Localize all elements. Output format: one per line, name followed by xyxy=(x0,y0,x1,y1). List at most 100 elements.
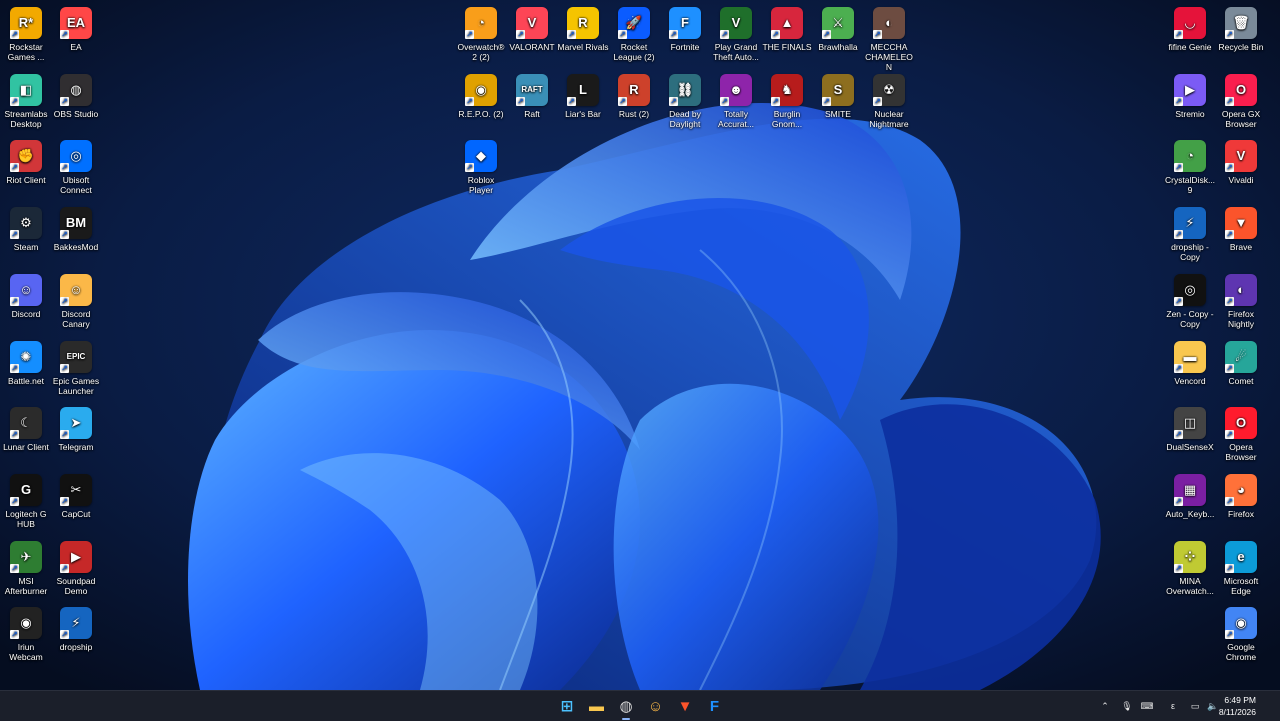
desktop-icon-zen-copy-copy[interactable]: ◎ ↗ Zen - Copy - Copy xyxy=(1164,272,1216,329)
desktop-icon-label: Ubisoft Connect xyxy=(60,175,92,196)
shortcut-arrow-icon: ↗ xyxy=(771,97,780,106)
desktop-icon-rocket-league-2[interactable]: 🚀 ↗ Rocket League (2) xyxy=(608,5,660,62)
desktop-icon-telegram[interactable]: ➤ ↗ Telegram xyxy=(50,405,102,452)
desktop-icon-logitech-g-hub[interactable]: G ↗ Logitech G HUB xyxy=(0,472,52,529)
desktop-icon-dropship-copy[interactable]: ⚡ ↗ dropship - Copy xyxy=(1164,205,1216,262)
brawlhalla-icon: ⚔ ↗ xyxy=(822,7,854,39)
shortcut-arrow-icon: ↗ xyxy=(822,97,831,106)
desktop-icon-iriun-webcam[interactable]: ◉ ↗ Iriun Webcam xyxy=(0,605,52,662)
dropship-copy-icon: ⚡ ↗ xyxy=(1174,207,1206,240)
desktop-icon-streamlabs-desktop[interactable]: ◧ ↗ Streamlabs Desktop xyxy=(0,72,52,129)
desktop-icon-label: Telegram xyxy=(58,442,94,453)
desktop-icon-play-grand-theft-auto[interactable]: V ↗ Play Grand Theft Auto... xyxy=(710,5,762,62)
desktop-icon-label: OBS Studio xyxy=(53,108,99,119)
desktop-icon-dropship[interactable]: ⚡ ↗ dropship xyxy=(50,605,102,652)
desktop-icon-stremio[interactable]: ▶ ↗ Stremio xyxy=(1164,72,1216,119)
desktop-icon-rockstar-games[interactable]: R* ↗ Rockstar Games ... xyxy=(0,5,52,62)
taskbar-fortnite-icon[interactable]: F xyxy=(704,695,726,717)
shortcut-arrow-icon: ↗ xyxy=(60,430,69,440)
desktop-icon-discord-canary[interactable]: ☺ ↗ Discord Canary xyxy=(50,272,102,329)
desktop-icon-vivaldi[interactable]: V ↗ Vivaldi xyxy=(1215,138,1267,185)
desktop-icon-msi-afterburner[interactable]: ✈ ↗ MSI Afterburner xyxy=(0,539,52,596)
desktop-icon-discord[interactable]: ☺ ↗ Discord xyxy=(0,272,52,319)
desktop-icon-soundpad-demo[interactable]: ▶ ↗ Soundpad Demo xyxy=(50,539,102,596)
taskbar-file-explorer-icon[interactable]: ▬ xyxy=(586,695,608,717)
desktop-icon-label: CapCut xyxy=(61,508,91,519)
desktop-icon-nuclear-nightmare[interactable]: ☢ ↗ Nuclear Nightmare xyxy=(863,72,915,129)
clock[interactable]: 6:49 PM 8/11/2026 xyxy=(1219,694,1256,718)
desktop-icon-brawlhalla[interactable]: ⚔ ↗ Brawlhalla xyxy=(812,5,864,52)
desktop-icon-rust-2[interactable]: R ↗ Rust (2) xyxy=(608,72,660,119)
desktop-icon-recycle-bin[interactable]: 🗑 ↗ Recycle Bin xyxy=(1215,5,1267,52)
desktop-icon-overwatch-2-2[interactable]: ◔ ↗ Overwatch® 2 (2) xyxy=(455,5,507,62)
desktop-icon-smite[interactable]: S ↗ SMITE xyxy=(812,72,864,119)
desktop-icon-r-e-p-o-2[interactable]: ◉ ↗ R.E.P.O. (2) xyxy=(455,72,507,119)
shortcut-arrow-icon: ↗ xyxy=(516,97,525,106)
desktop-icon-mina-overwatch[interactable]: ⁘ ↗ MINA Overwatch... xyxy=(1164,539,1216,596)
shortcut-arrow-icon: ↗ xyxy=(465,30,474,39)
desktop-icon-liar-s-bar[interactable]: L ↗ Liar's Bar xyxy=(557,72,609,119)
desktop-icon-opera-browser[interactable]: O ↗ Opera Browser xyxy=(1215,405,1267,462)
taskbar-discord-canary-icon[interactable]: ☺ xyxy=(645,695,667,717)
shortcut-arrow-icon: ↗ xyxy=(60,630,69,640)
desktop-icon-crystaldisk-9[interactable]: ◔ ↗ CrystalDisk... 9 xyxy=(1164,138,1216,195)
vencord-icon: ▬ ↗ xyxy=(1174,340,1206,373)
desktop-icon-obs-studio[interactable]: ◍ ↗ OBS Studio xyxy=(50,72,102,119)
desktop-icon-valorant[interactable]: V ↗ VALORANT xyxy=(506,5,558,52)
shortcut-arrow-icon: ↗ xyxy=(465,97,474,106)
shortcut-arrow-icon: ↗ xyxy=(10,496,19,506)
taskbar-obs-studio-icon[interactable]: ◍ xyxy=(615,695,637,720)
desktop-icon-roblox-player[interactable]: ◆ ↗ Roblox Player xyxy=(455,138,507,195)
input-language-icon[interactable]: ε xyxy=(1166,699,1180,713)
desktop-icon-comet[interactable]: ☄ ↗ Comet xyxy=(1215,339,1267,386)
microphone-icon[interactable]: 🎙 xyxy=(1120,699,1134,713)
desktop-icon-brave[interactable]: ▼ ↗ Brave xyxy=(1215,205,1267,252)
desktop-icon-vencord[interactable]: ▬ ↗ Vencord xyxy=(1164,339,1216,386)
shortcut-arrow-icon: ↗ xyxy=(1225,163,1234,173)
desktop-icon-opera-gx-browser[interactable]: O ↗ Opera GX Browser xyxy=(1215,72,1267,129)
desktop-icon-battle-net[interactable]: ✺ ↗ Battle.net xyxy=(0,339,52,386)
desktop-icon-capcut[interactable]: ✂ ↗ CapCut xyxy=(50,472,102,519)
desktop-icon-fortnite[interactable]: F ↗ Fortnite xyxy=(659,5,711,52)
desktop-icon-microsoft-edge[interactable]: e ↗ Microsoft Edge xyxy=(1215,539,1267,596)
shortcut-arrow-icon: ↗ xyxy=(771,30,780,39)
shortcut-arrow-icon: ↗ xyxy=(1225,430,1234,440)
dead-by-daylight-icon: ⛓ ↗ xyxy=(669,74,701,106)
desktop-icon-raft[interactable]: RAFT ↗ Raft xyxy=(506,72,558,119)
desktop-icon-firefox-nightly[interactable]: ◐ ↗ Firefox Nightly xyxy=(1215,272,1267,329)
desktop-icon-firefox[interactable]: ◕ ↗ Firefox xyxy=(1215,472,1267,519)
desktop-icon-google-chrome[interactable]: ◉ ↗ Google Chrome xyxy=(1215,605,1267,662)
desktop-icon-burglin-gnom[interactable]: ♞ ↗ Burglin Gnom... xyxy=(761,72,813,129)
desktop-icon-dualsensex[interactable]: ◫ ↗ DualSenseX xyxy=(1164,405,1216,452)
desktop-icon-label: Liar's Bar xyxy=(565,109,601,119)
taskbar-brave-icon[interactable]: ▼ xyxy=(674,695,696,717)
desktop-icon-steam[interactable]: ⚙ ↗ Steam xyxy=(0,205,52,252)
desktop-icon-ea[interactable]: EA ↗ EA xyxy=(50,5,102,52)
desktop-icon-totally-accurat[interactable]: ☻ ↗ Totally Accurat... xyxy=(710,72,762,129)
desktop-icon-lunar-client[interactable]: ☾ ↗ Lunar Client xyxy=(0,405,52,452)
taskbar-start-button-icon[interactable]: ⊞ xyxy=(556,695,578,717)
desktop-icon-epic-games-launcher[interactable]: EPIC ↗ Epic Games Launcher xyxy=(50,339,102,396)
shortcut-arrow-icon: ↗ xyxy=(1174,163,1183,173)
desktop-icon-ubisoft-connect[interactable]: ◎ ↗ Ubisoft Connect xyxy=(50,138,102,195)
opera-browser-icon: O ↗ xyxy=(1225,407,1257,440)
shortcut-arrow-icon: ↗ xyxy=(1225,363,1234,373)
desktop-icon-auto-keyb[interactable]: ▦ ↗ Auto_Keyb... xyxy=(1164,472,1216,519)
shortcut-arrow-icon: ↗ xyxy=(1174,563,1183,573)
valorant-icon: V ↗ xyxy=(516,7,548,39)
zen-copy-copy-icon: ◎ ↗ xyxy=(1174,273,1206,306)
desktop-icon-label: Marvel Rivals xyxy=(557,42,609,52)
desktop-icon-meccha-chameleon[interactable]: ◐ ↗ MECCHA CHAMELEON xyxy=(863,5,915,72)
the-finals-icon: ▲ ↗ xyxy=(771,7,803,39)
desktop-icon-label: Lunar Client xyxy=(3,442,49,453)
desktop-icon-fifine-genie[interactable]: ◡ ↗ fifine Genie xyxy=(1164,5,1216,52)
keyboard-icon[interactable]: ⌨ xyxy=(1140,699,1154,713)
desktop-icon-dead-by-daylight[interactable]: ⛓ ↗ Dead by Daylight xyxy=(659,72,711,129)
desktop-icon-bakkesmod[interactable]: BM ↗ BakkesMod xyxy=(50,205,102,252)
desktop-icon-the-finals[interactable]: ▲ ↗ THE FINALS xyxy=(761,5,813,52)
desktop-icon-riot-client[interactable]: ✊ ↗ Riot Client xyxy=(0,138,52,185)
show-hidden-icons-chevron-icon[interactable]: ⌃ xyxy=(1098,699,1112,713)
recycle-bin-icon: 🗑 ↗ xyxy=(1225,7,1257,39)
network-icon[interactable]: ▭ xyxy=(1188,699,1202,713)
desktop-icon-marvel-rivals[interactable]: R ↗ Marvel Rivals xyxy=(557,5,609,52)
